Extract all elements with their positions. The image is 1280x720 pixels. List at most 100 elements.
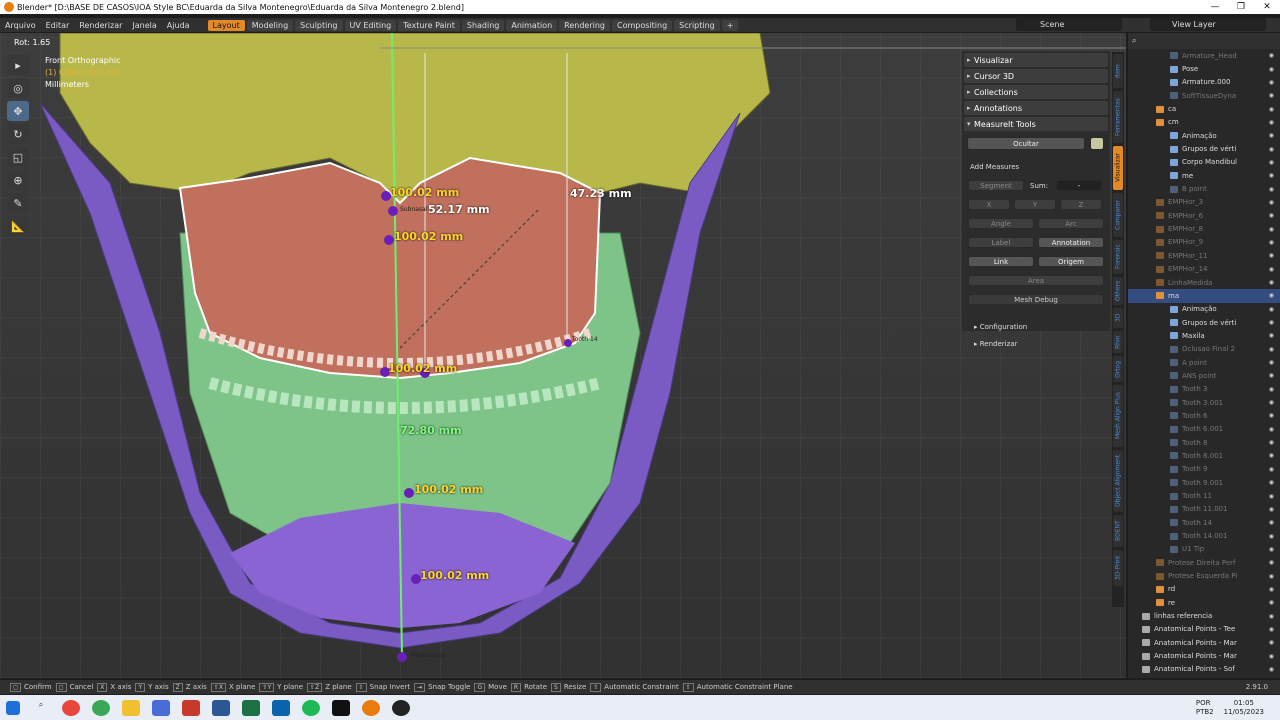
outliner-row[interactable]: cm ◉ (1128, 116, 1280, 129)
keyboard-layout[interactable]: POR PTB2 (1196, 699, 1214, 717)
outliner-row[interactable]: EMPHor_6 ◉ (1128, 209, 1280, 222)
visibility-eye-icon[interactable]: ◉ (1269, 332, 1274, 339)
tab-animation[interactable]: Animation (506, 19, 558, 31)
obs-icon[interactable] (392, 699, 410, 716)
outliner-row[interactable]: Grupos de vérti ◉ (1128, 142, 1280, 155)
visibility-eye-icon[interactable]: ◉ (1269, 319, 1274, 326)
visibility-eye-icon[interactable]: ◉ (1269, 172, 1274, 179)
visibility-eye-icon[interactable]: ◉ (1269, 519, 1274, 526)
scene-selector[interactable]: Scene (1016, 18, 1122, 31)
visibility-eye-icon[interactable]: ◉ (1269, 66, 1274, 73)
menu-renderizar[interactable]: Renderizar (74, 21, 127, 30)
outliner-row[interactable]: Anatomical Points - Tee ◉ (1128, 623, 1280, 636)
outliner-row[interactable]: rd ◉ (1128, 583, 1280, 596)
file-explorer-icon[interactable] (122, 699, 140, 716)
visibility-eye-icon[interactable]: ◉ (1269, 386, 1274, 393)
outliner-filter-icon[interactable]: ⌕ (1132, 36, 1136, 46)
outliner-row[interactable]: EMPHor_14 ◉ (1128, 263, 1280, 276)
tab-others[interactable]: Others (1113, 277, 1123, 305)
outliner-row[interactable]: Tooth 14 ◉ (1128, 516, 1280, 529)
visibility-eye-icon[interactable]: ◉ (1269, 92, 1274, 99)
outliner-row[interactable]: Animação ◉ (1128, 303, 1280, 316)
windows-start-icon[interactable] (6, 700, 20, 715)
angle-button[interactable]: Angle (968, 218, 1034, 229)
tab-sculpting[interactable]: Sculpting (295, 19, 343, 31)
outliner-row[interactable]: Tooth 14.001 ◉ (1128, 529, 1280, 542)
tab-item[interactable]: Item (1113, 54, 1123, 88)
chrome-icon[interactable] (62, 699, 80, 716)
powerpoint-icon[interactable] (182, 699, 200, 716)
outliner-row[interactable]: B point ◉ (1128, 182, 1280, 195)
close-button[interactable]: ✕ (1254, 2, 1280, 12)
outliner-row[interactable]: EMPHor_8 ◉ (1128, 222, 1280, 235)
visibility-eye-icon[interactable]: ◉ (1269, 466, 1274, 473)
tab-modeling[interactable]: Modeling (246, 19, 294, 31)
tab-ferramentas[interactable]: Ferramentas (1113, 91, 1123, 143)
visibility-eye-icon[interactable]: ◉ (1269, 79, 1274, 86)
outliner-row[interactable]: Armature_Head ◉ (1128, 49, 1280, 62)
visibility-eye-icon[interactable]: ◉ (1269, 306, 1274, 313)
outliner-row[interactable]: Oclusao Final 2 ◉ (1128, 343, 1280, 356)
visibility-eye-icon[interactable]: ◉ (1269, 252, 1274, 259)
z-button[interactable]: Z (1060, 199, 1102, 210)
tab-visualizar[interactable]: Visualizar (1113, 146, 1123, 190)
outliner-row[interactable]: Maxila ◉ (1128, 329, 1280, 342)
terminal-icon[interactable] (332, 699, 350, 716)
panel-visualizar[interactable]: Visualizar (964, 53, 1108, 67)
outliner-row[interactable]: Protese Esquerda Pi ◉ (1128, 569, 1280, 582)
annotation-button[interactable]: Annotation (1038, 237, 1104, 248)
cursor-icon[interactable]: ◎ (7, 78, 29, 98)
rotate-icon[interactable]: ↻ (7, 124, 29, 144)
transform-icon[interactable]: ⊕ (7, 170, 29, 190)
3d-viewport[interactable]: Rot: 1.65 Front Orthographic (1) Collect… (0, 33, 1126, 678)
minimize-button[interactable]: — (1202, 2, 1228, 12)
tab-rhin[interactable]: Rhin (1113, 331, 1123, 353)
visibility-eye-icon[interactable]: ◉ (1269, 426, 1274, 433)
outliner-row[interactable]: EMPHor_11 ◉ (1128, 249, 1280, 262)
visibility-eye-icon[interactable]: ◉ (1269, 493, 1274, 500)
outliner-row[interactable]: Tooth 6 ◉ (1128, 409, 1280, 422)
visibility-eye-icon[interactable]: ◉ (1269, 346, 1274, 353)
visibility-eye-icon[interactable]: ◉ (1269, 359, 1274, 366)
select-box-icon[interactable]: ▸ (7, 55, 29, 75)
panel-collections[interactable]: Collections (964, 85, 1108, 99)
origin-button[interactable]: Origem (1038, 256, 1104, 267)
menu-editar[interactable]: Editar (41, 21, 75, 30)
visibility-eye-icon[interactable]: ◉ (1269, 559, 1274, 566)
visibility-eye-icon[interactable]: ◉ (1269, 266, 1274, 273)
configuration-panel[interactable]: ▸ Configuration (974, 323, 1027, 331)
outliner-row[interactable]: Tooth 6.001 ◉ (1128, 423, 1280, 436)
outliner-row[interactable]: U1 Tip ◉ (1128, 543, 1280, 556)
outliner-row[interactable]: Tooth 9.001 ◉ (1128, 476, 1280, 489)
visibility-eye-icon[interactable]: ◉ (1269, 292, 1274, 299)
outliner-row[interactable]: me ◉ (1128, 169, 1280, 182)
tab-texture-paint[interactable]: Texture Paint (398, 19, 460, 31)
outliner-row[interactable]: Tooth 3 ◉ (1128, 383, 1280, 396)
chrome-profile-icon[interactable] (92, 699, 110, 716)
outliner-row[interactable]: Tooth 8 ◉ (1128, 436, 1280, 449)
tab-ortog[interactable]: Ortog (1113, 356, 1123, 382)
label-button[interactable]: Label (968, 237, 1034, 248)
visibility-eye-icon[interactable]: ◉ (1269, 399, 1274, 406)
search-icon[interactable]: ⌕ (32, 700, 50, 716)
visibility-eye-icon[interactable]: ◉ (1269, 239, 1274, 246)
visibility-eye-icon[interactable]: ◉ (1269, 226, 1274, 233)
visibility-eye-icon[interactable]: ◉ (1269, 199, 1274, 206)
visibility-eye-icon[interactable]: ◉ (1269, 146, 1274, 153)
tab-layout[interactable]: Layout (207, 19, 245, 31)
outliner-row[interactable]: LinhaMedida ◉ (1128, 276, 1280, 289)
sum-dropdown[interactable]: - (1056, 180, 1102, 191)
tab-rendering[interactable]: Rendering (559, 19, 611, 31)
hide-button[interactable]: Ocultar (967, 137, 1085, 150)
scale-icon[interactable]: ◱ (7, 147, 29, 167)
panel-annotations[interactable]: Annotations (964, 101, 1108, 115)
visibility-eye-icon[interactable]: ◉ (1269, 573, 1274, 580)
blender-taskbar-icon[interactable] (362, 699, 380, 716)
x-button[interactable]: X (968, 199, 1010, 210)
add-workspace-button[interactable]: + (721, 19, 739, 31)
mesh-debug-panel[interactable]: Mesh Debug (968, 294, 1104, 305)
visibility-eye-icon[interactable]: ◉ (1269, 586, 1274, 593)
visibility-eye-icon[interactable]: ◉ (1269, 653, 1274, 660)
move-icon[interactable]: ✥ (7, 101, 29, 121)
outliner-row[interactable]: A point ◉ (1128, 356, 1280, 369)
